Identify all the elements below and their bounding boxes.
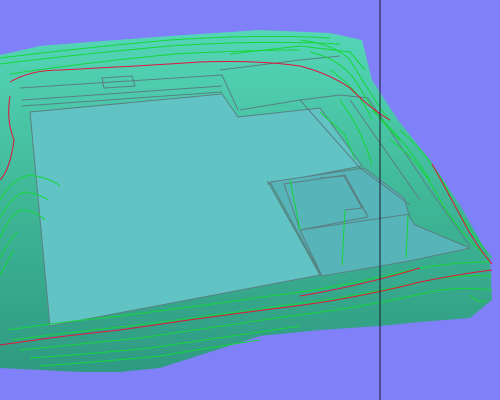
3d-viewport[interactable] xyxy=(0,0,500,400)
terrain-scene[interactable] xyxy=(0,0,500,400)
